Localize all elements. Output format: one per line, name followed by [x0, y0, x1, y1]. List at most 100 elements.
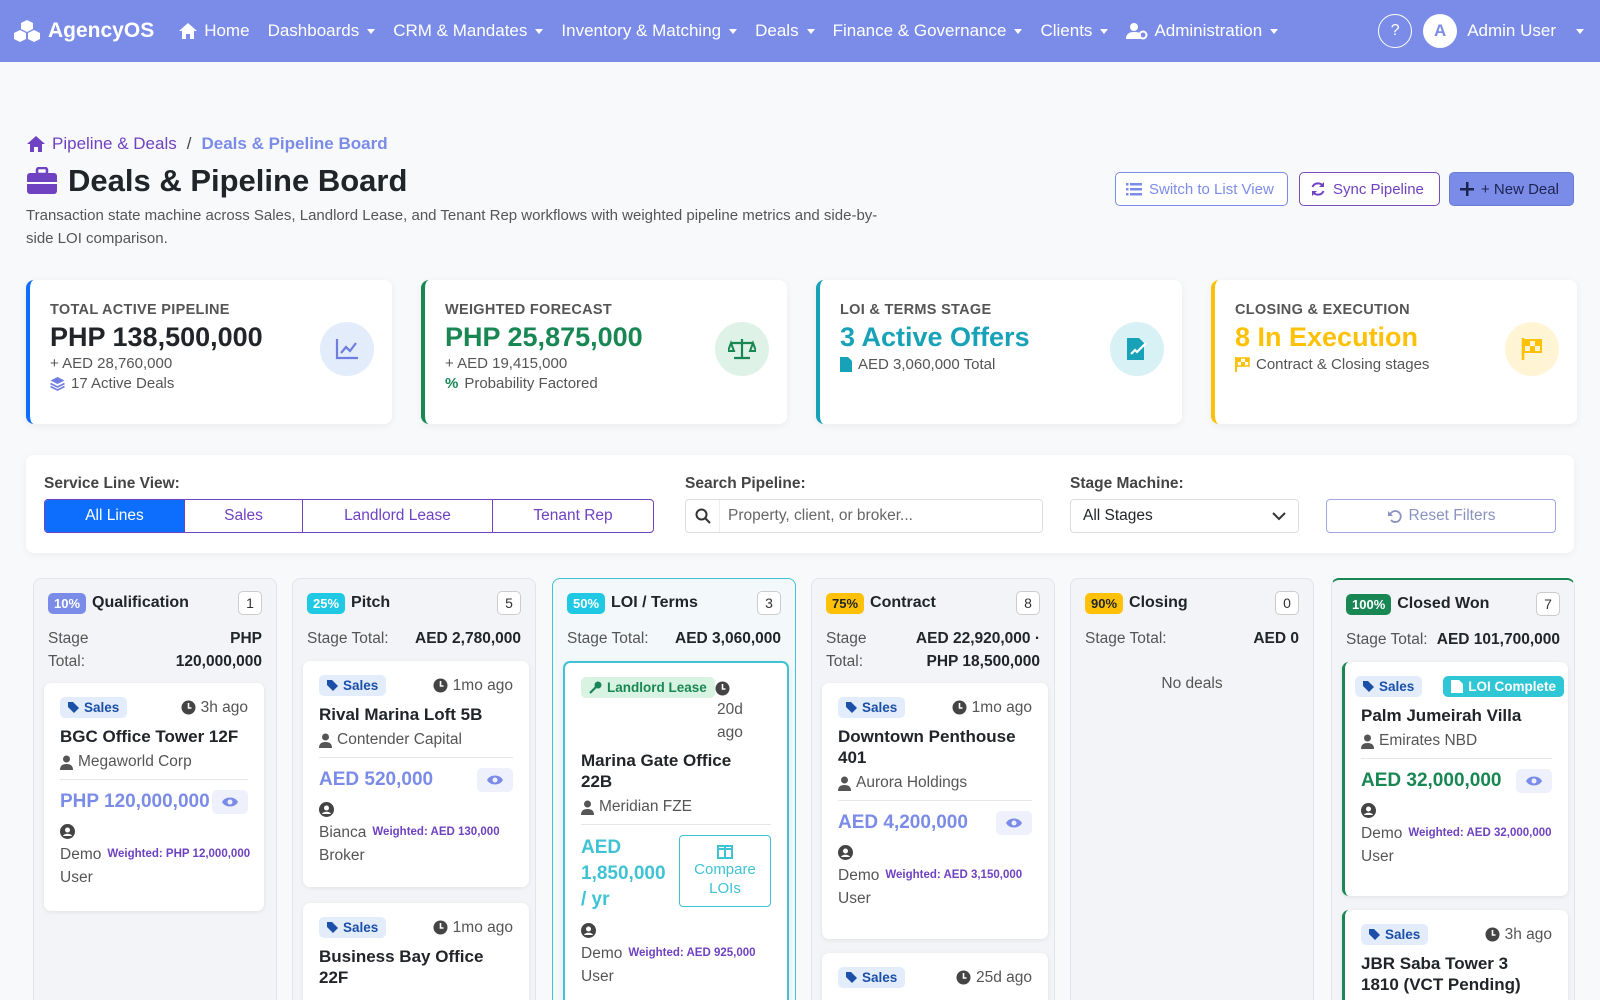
page-title-text: Deals & Pipeline Board — [68, 163, 408, 198]
deal-card[interactable]: Sales 3h ago BGC Office Tower 12F Megawo… — [44, 683, 264, 911]
file-icon — [840, 357, 852, 372]
caret-down-icon — [806, 28, 815, 34]
deal-owner: Demo — [1361, 825, 1403, 842]
column-count: 5 — [497, 591, 521, 615]
deal-card[interactable]: Sales 1mo ago Downtown Penthouse 401 Auro… — [822, 683, 1048, 939]
service-badge: Sales — [60, 697, 128, 718]
nav-label: Clients — [1040, 21, 1093, 40]
search-input[interactable]: Property, client, or broker... — [685, 499, 1043, 533]
deal-price: AED 4,200,000 — [838, 812, 968, 833]
stage-label: Stage Machine: — [1070, 475, 1184, 492]
view-deal-icon[interactable] — [1516, 769, 1552, 793]
reset-filters-button[interactable]: Reset Filters — [1326, 499, 1556, 533]
service-badge: Sales — [1355, 676, 1423, 697]
button-label: LOIs — [709, 880, 741, 897]
button-label: Switch to List View — [1149, 180, 1274, 198]
badge-label: Sales — [862, 700, 898, 715]
file-signature-icon — [1451, 680, 1464, 693]
flag-checkered-icon — [1235, 357, 1250, 372]
stat-label: TOTAL ACTIVE PIPELINE — [50, 302, 230, 318]
badge-label: Sales — [1385, 927, 1421, 942]
deal-card[interactable]: Sales LOI Complete Palm Jumeirah Villa E… — [1342, 662, 1568, 896]
weighted-value: Weighted: AED 3,150,000 — [885, 869, 1023, 881]
flag-checkered-icon — [1505, 322, 1559, 376]
nav-administration[interactable]: Administration — [1126, 21, 1279, 41]
deal-title: 22F — [319, 968, 349, 987]
badge-label: Landlord Lease — [607, 680, 707, 695]
nav-home[interactable]: Home — [178, 21, 250, 41]
button-label: Reset Filters — [1408, 507, 1496, 524]
stage-total-label: Stage Total: — [307, 630, 389, 647]
nav-inventory[interactable]: Inventory & Matching — [561, 21, 738, 41]
stat-total-pipeline: TOTAL ACTIVE PIPELINE PHP 138,500,000 + … — [26, 280, 392, 424]
sync-pipeline-button[interactable]: Sync Pipeline — [1299, 172, 1440, 206]
deal-title: Rival Marina Loft 5B — [319, 705, 483, 724]
tag-icon — [1369, 929, 1380, 940]
nav-dashboards[interactable]: Dashboards — [268, 21, 376, 41]
home-icon — [27, 136, 45, 152]
column-count: 3 — [757, 591, 781, 615]
compare-lois-button[interactable]: Compare LOIs — [679, 835, 771, 907]
switch-list-view-button[interactable]: Switch to List View — [1115, 172, 1288, 206]
nav-label: Deals — [755, 21, 799, 40]
stage-total-label: Total: — [826, 653, 864, 670]
help-button[interactable]: ? — [1378, 14, 1413, 48]
view-deal-icon[interactable] — [212, 790, 248, 814]
deal-owner: User — [581, 968, 614, 985]
search-icon — [686, 500, 720, 532]
column-title: Closed Won — [1397, 595, 1490, 612]
user-tie-icon — [838, 776, 851, 791]
stage-select[interactable]: All Stages — [1070, 499, 1299, 533]
deal-card[interactable]: Sales 3h ago JBR Saba Tower 3 1810 (VCT P… — [1342, 910, 1568, 1000]
deal-client: Meridian FZE — [599, 798, 693, 815]
weighted-value: Weighted: AED 32,000,000 — [1408, 827, 1552, 839]
deal-card[interactable]: Sales 1mo ago Business Bay Office 22F — [303, 903, 529, 1000]
service-option-landlord-lease[interactable]: Landlord Lease — [303, 500, 493, 532]
nav-label: Dashboards — [267, 21, 360, 40]
service-option-all[interactable]: All Lines — [45, 500, 185, 532]
loi-complete-badge: LOI Complete — [1443, 676, 1564, 697]
deal-price: 1,850,000 — [581, 863, 666, 884]
deal-owner: Broker — [319, 847, 365, 864]
clock-icon — [181, 700, 196, 715]
deal-card[interactable]: Landlord Lease 20d ago Marina Gate Office… — [563, 661, 789, 1000]
stage-total-label: Stage — [48, 630, 89, 647]
deal-card[interactable]: Sales 1mo ago Rival Marina Loft 5B Conte… — [303, 661, 529, 887]
deal-owner: User — [1361, 848, 1394, 865]
deal-title: Downtown Penthouse — [838, 727, 1016, 746]
breadcrumb-root[interactable]: Pipeline & Deals — [52, 134, 177, 154]
nav-crm[interactable]: CRM & Mandates — [393, 21, 544, 41]
deal-client: Megaworld Corp — [78, 753, 192, 770]
deal-price: AED — [581, 837, 622, 858]
view-deal-icon[interactable] — [996, 811, 1032, 835]
stat-label: CLOSING & EXECUTION — [1235, 302, 1410, 318]
brand-logo[interactable]: AgencyOS — [14, 19, 154, 43]
breadcrumb-separator: / — [186, 134, 192, 153]
stat-weighted-forecast: WEIGHTED FORECAST PHP 25,875,000 + AED 1… — [421, 280, 787, 424]
stage-total-value: AED 22,920,000 · — [915, 630, 1040, 647]
avatar[interactable]: A — [1423, 14, 1458, 48]
new-deal-button[interactable]: + New Deal — [1449, 172, 1574, 206]
deal-title: 1810 (VCT Pending) — [1361, 975, 1521, 994]
deal-title: Business Bay Office — [319, 947, 484, 966]
deal-price-unit: / yr — [581, 889, 610, 910]
badge-label: Sales — [84, 700, 120, 715]
user-tie-icon — [1361, 734, 1374, 749]
top-navbar: AgencyOS Home Dashboards CRM & Mandates … — [0, 0, 1600, 62]
sync-icon — [1311, 182, 1325, 196]
user-menu-caret-icon[interactable] — [1576, 28, 1584, 34]
column-title: Closing — [1129, 594, 1188, 611]
chevron-down-icon — [1272, 511, 1286, 520]
nav-finance[interactable]: Finance & Governance — [833, 21, 1023, 41]
deal-card[interactable]: Sales 25d ago — [822, 953, 1048, 1000]
view-deal-icon[interactable] — [477, 768, 513, 792]
nav-clients[interactable]: Clients — [1040, 21, 1109, 41]
stage-probability-badge: 75% — [826, 592, 865, 614]
tag-icon — [327, 680, 338, 691]
user-name[interactable]: Admin User — [1467, 21, 1556, 41]
service-option-tenant-rep[interactable]: Tenant Rep — [493, 500, 653, 532]
user-circle-icon — [60, 824, 75, 839]
nav-deals[interactable]: Deals — [755, 21, 815, 41]
user-tie-icon — [581, 800, 594, 815]
service-option-sales[interactable]: Sales — [185, 500, 303, 532]
